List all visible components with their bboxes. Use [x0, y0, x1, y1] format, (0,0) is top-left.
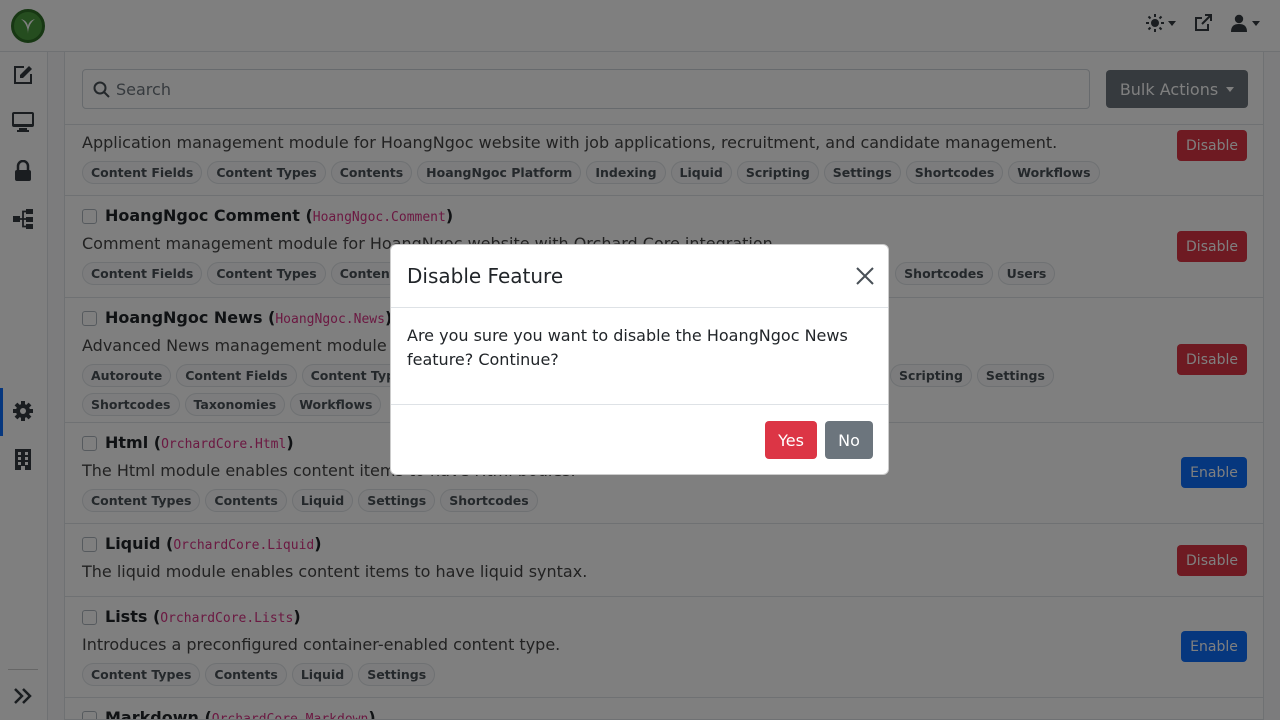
yes-button[interactable]: Yes	[765, 421, 817, 459]
modal-body: Are you sure you want to disable the Hoa…	[407, 326, 848, 369]
modal-footer: Yes No	[391, 404, 888, 475]
modal-title: Disable Feature	[407, 264, 564, 288]
disable-feature-dialog: Disable Feature Are you sure you want to…	[390, 244, 889, 475]
no-button[interactable]: No	[825, 421, 873, 459]
close-icon[interactable]	[854, 265, 876, 287]
modal-header: Disable Feature	[391, 245, 888, 308]
